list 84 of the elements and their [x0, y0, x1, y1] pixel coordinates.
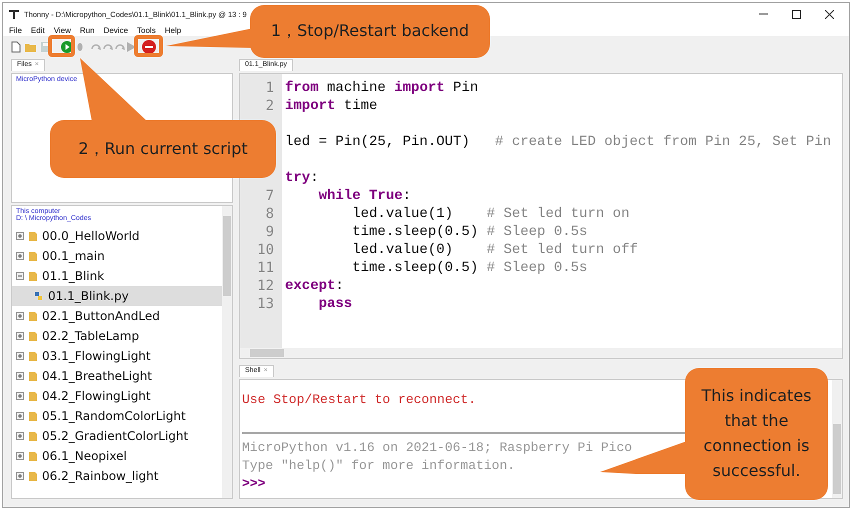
scrollbar[interactable]	[832, 380, 842, 498]
file-tree-item[interactable]: 05.2_GradientColorLight	[12, 426, 222, 446]
code-line: import time	[285, 98, 378, 116]
callout: This indicates that the connection is successful.	[685, 368, 828, 500]
file-tree-item[interactable]: 01.1_Blink	[12, 266, 222, 286]
code-line: time.sleep(0.5) # Sleep 0.5s	[351, 260, 588, 278]
shell-output: Use Stop/Restart to reconnect.	[242, 392, 476, 409]
file-name: 05.2_GradientColorLight	[42, 429, 188, 443]
file-name: 05.1_RandomColorLight	[42, 409, 186, 423]
expand-icon[interactable]	[16, 392, 24, 400]
shell-output: Type "help()" for more information.	[242, 458, 516, 475]
line-number: 10	[256, 242, 275, 260]
minimize-icon[interactable]	[758, 13, 768, 15]
expand-icon[interactable]	[16, 432, 24, 440]
menu-item[interactable]: Help	[164, 26, 182, 35]
code-line: try:	[285, 170, 320, 188]
new-file-icon[interactable]	[11, 40, 21, 52]
python-file-icon	[34, 291, 43, 301]
file-tree-item[interactable]: 04.2_FlowingLight	[12, 386, 222, 406]
line-number: 9	[264, 224, 275, 242]
line-number: 2	[264, 98, 275, 116]
file-tree-item[interactable]: 03.1_FlowingLight	[12, 346, 222, 366]
code-line: led = Pin(25, Pin.OUT) # create LED object from Pin 25, Set Pin	[285, 134, 832, 152]
line-number: 11	[256, 260, 275, 278]
file-name: 03.1_FlowingLight	[42, 349, 151, 363]
maximize-icon[interactable]	[792, 10, 800, 18]
menu-item[interactable]: Tools	[137, 26, 156, 35]
expand-icon[interactable]	[16, 312, 24, 320]
stop-icon[interactable]	[142, 40, 156, 54]
file-name: 00.0_HelloWorld	[42, 229, 140, 243]
file-tree-item[interactable]: 04.1_BreatheLight	[12, 366, 222, 386]
code-line: except:	[285, 278, 345, 296]
close-icon[interactable]	[824, 10, 834, 18]
file-name: 04.2_FlowingLight	[42, 389, 151, 403]
callout: 1，Stop/Restart backend	[250, 5, 490, 58]
shell-prompt: >>>	[242, 476, 266, 493]
menu-item[interactable]: Device	[104, 26, 128, 35]
file-name: 06.1_Neopixel	[42, 449, 127, 463]
expand-icon[interactable]	[16, 332, 24, 340]
code-line: while True:	[318, 188, 412, 206]
line-number: 8	[264, 206, 275, 224]
code-line: led.value(0) # Set led turn off	[351, 242, 639, 260]
menu-item[interactable]: Edit	[30, 26, 45, 35]
code-line: time.sleep(0.5) # Sleep 0.5s	[351, 224, 588, 242]
expand-icon[interactable]	[16, 372, 24, 380]
highlight-frame	[48, 35, 75, 57]
menu-item[interactable]: View	[54, 26, 71, 35]
shell-output: MicroPython v1.16 on 2021-06-18; Raspberry Pi Pico	[242, 440, 632, 457]
file-name: 04.1_BreatheLight	[42, 369, 152, 383]
scrollbar[interactable]	[222, 206, 232, 498]
menu-item[interactable]: Run	[80, 26, 95, 35]
file-tree-item[interactable]: 06.2_Rainbow_light	[12, 466, 222, 486]
code-line: from machine import Pin	[285, 80, 480, 98]
file-tree-item[interactable]: 01.1_Blink.py	[12, 286, 222, 306]
file-tree-item[interactable]: 05.1_RandomColorLight	[12, 406, 222, 426]
file-tree-item[interactable]: 00.1_main	[12, 246, 222, 266]
expand-icon[interactable]	[16, 472, 24, 480]
expand-icon[interactable]	[16, 452, 24, 460]
expand-icon[interactable]	[16, 352, 24, 360]
file-tree-item[interactable]: 00.0_HelloWorld	[12, 226, 222, 246]
run-icon[interactable]	[61, 40, 73, 52]
line-number: 12	[256, 278, 275, 296]
collapse-icon[interactable]	[16, 272, 24, 280]
highlight-frame	[134, 35, 163, 57]
file-name: 01.1_Blink	[42, 269, 104, 283]
line-number: 13	[256, 296, 275, 314]
file-name: 01.1_Blink.py	[48, 289, 129, 303]
file-tree-item[interactable]: 02.2_TableLamp	[12, 326, 222, 346]
menu-item[interactable]: File	[9, 26, 22, 35]
code-line: pass	[318, 296, 354, 314]
file-tree-item[interactable]: 06.1_Neopixel	[12, 446, 222, 466]
file-name: 06.2_Rainbow_light	[42, 469, 158, 483]
code-line: led.value(1) # Set led turn on	[351, 206, 630, 224]
file-tree-item[interactable]: 02.1_ButtonAndLed	[12, 306, 222, 326]
line-number: 1	[264, 80, 275, 98]
line-number: 7	[264, 188, 275, 206]
file-name: 00.1_main	[42, 249, 105, 263]
horizontal-scrollbar[interactable]	[240, 348, 842, 358]
file-name: 02.2_TableLamp	[42, 329, 140, 343]
app-logo-icon	[9, 9, 19, 19]
file-name: 02.1_ButtonAndLed	[42, 309, 160, 323]
expand-icon[interactable]	[16, 412, 24, 420]
expand-icon[interactable]	[16, 252, 24, 260]
expand-icon[interactable]	[16, 232, 24, 240]
